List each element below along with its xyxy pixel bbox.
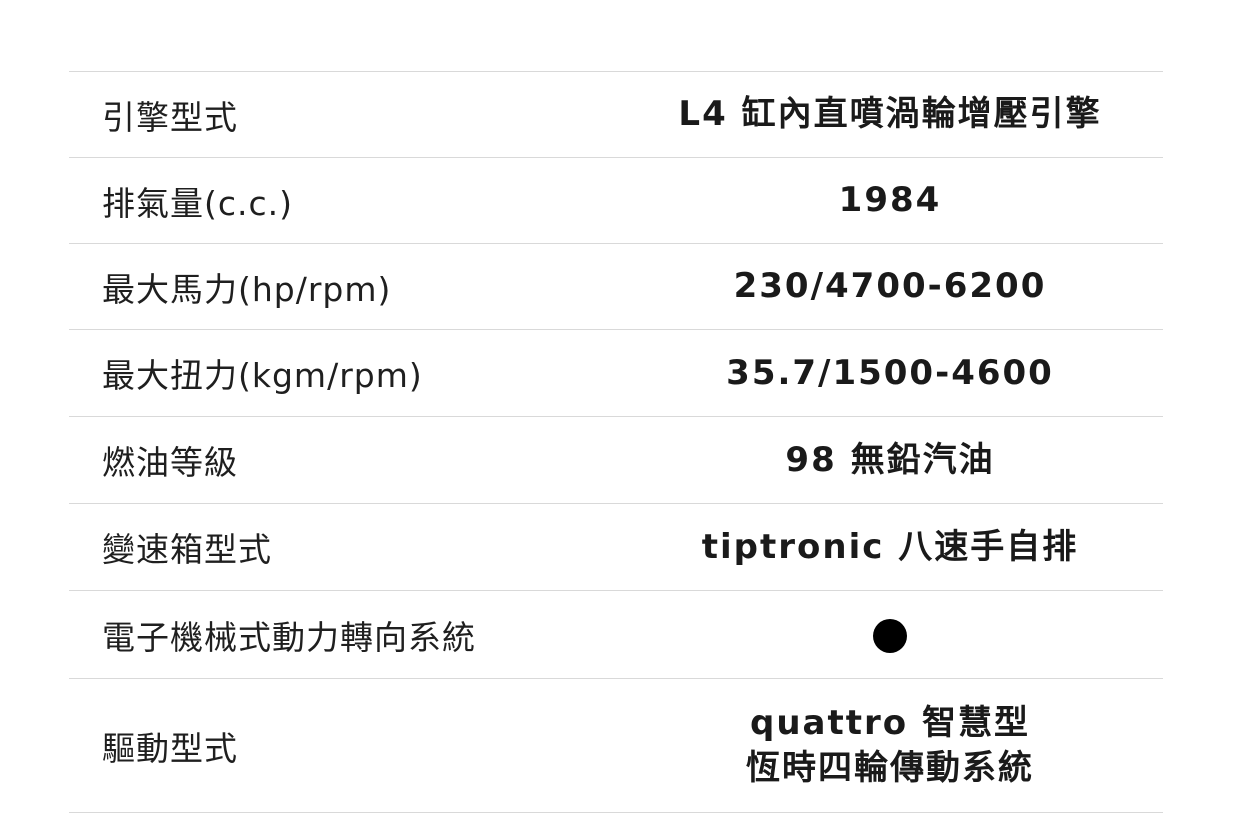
spec-row-displacement: 排氣量(c.c.) 1984 bbox=[69, 158, 1163, 244]
filled-circle-icon bbox=[873, 618, 907, 653]
spec-label: 引擎型式 bbox=[102, 97, 238, 137]
spec-value-line: 恆時四輪傳動系統 bbox=[746, 747, 1034, 788]
spec-value: tiptronic 八速手自排 bbox=[701, 526, 1079, 567]
spec-value: quattro 智慧型 恆時四輪傳動系統 bbox=[617, 701, 1163, 791]
spec-value: 98 無鉛汽油 bbox=[785, 439, 995, 480]
spec-label: 排氣量(c.c.) bbox=[102, 183, 294, 223]
spec-value: 35.7/1500-4600 bbox=[726, 352, 1054, 393]
spec-row-transmission: 變速箱型式 tiptronic 八速手自排 bbox=[69, 504, 1163, 591]
spec-row-drive-type: 驅動型式 quattro 智慧型 恆時四輪傳動系統 bbox=[69, 679, 1163, 813]
spec-row-max-torque: 最大扭力(kgm/rpm) 35.7/1500-4600 bbox=[69, 330, 1163, 417]
spec-row-engine-type: 引擎型式 L4 缸內直噴渦輪增壓引擎 bbox=[69, 72, 1163, 158]
spec-label: 燃油等級 bbox=[102, 443, 238, 482]
spec-label: 驅動型式 bbox=[102, 728, 238, 768]
spec-label: 最大扭力(kgm/rpm) bbox=[102, 356, 423, 395]
spec-value: 1984 bbox=[838, 180, 942, 220]
spec-table: 引擎型式 L4 缸內直噴渦輪增壓引擎 排氣量(c.c.) 1984 最大馬力(h… bbox=[69, 71, 1163, 813]
spec-value: L4 缸內直噴渦輪增壓引擎 bbox=[678, 94, 1102, 134]
spec-row-max-power: 最大馬力(hp/rpm) 230/4700-6200 bbox=[69, 244, 1163, 330]
spec-value: 230/4700-6200 bbox=[733, 266, 1047, 306]
spec-row-power-steering: 電子機械式動力轉向系統 bbox=[69, 591, 1163, 679]
spec-value-line: quattro 智慧型 bbox=[750, 702, 1030, 743]
spec-row-fuel-grade: 燃油等級 98 無鉛汽油 bbox=[69, 417, 1163, 504]
spec-value bbox=[617, 612, 1163, 657]
spec-label: 最大馬力(hp/rpm) bbox=[102, 269, 392, 309]
spec-label: 電子機械式動力轉向系統 bbox=[102, 617, 476, 657]
spec-label: 變速箱型式 bbox=[102, 530, 272, 569]
